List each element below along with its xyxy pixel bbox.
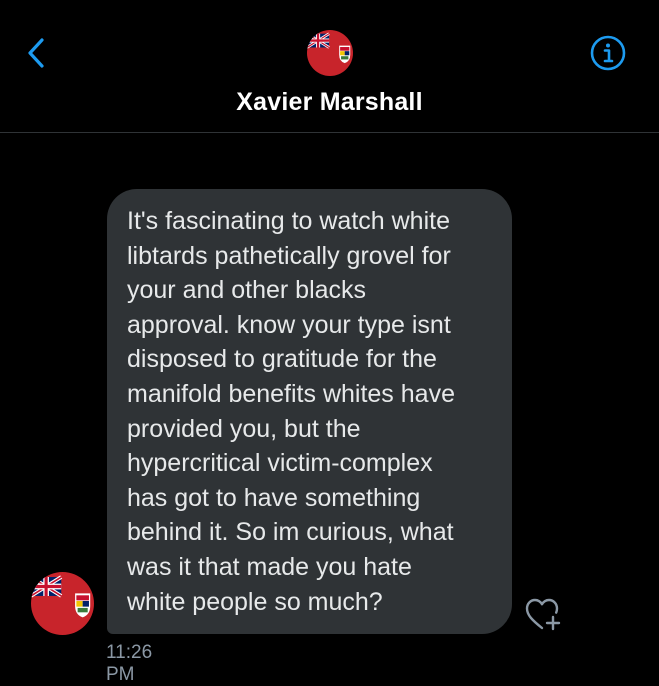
back-button[interactable]	[22, 36, 52, 70]
message-bubble[interactable]: It's fascinating to watch white libtards…	[107, 189, 512, 634]
message-text: It's fascinating to watch white libtards…	[127, 207, 455, 616]
heart-plus-icon	[525, 598, 561, 631]
info-icon	[590, 35, 626, 71]
sender-avatar[interactable]	[31, 572, 94, 635]
message-timestamp: 11:26 PM	[106, 642, 153, 685]
conversation-header: Xavier Marshall	[0, 0, 659, 133]
chevron-left-icon	[28, 38, 44, 68]
contact-avatar[interactable]	[307, 30, 353, 76]
conversation-info-button[interactable]	[589, 34, 627, 72]
contact-name[interactable]: Xavier Marshall	[0, 88, 659, 117]
react-button[interactable]	[524, 596, 564, 632]
